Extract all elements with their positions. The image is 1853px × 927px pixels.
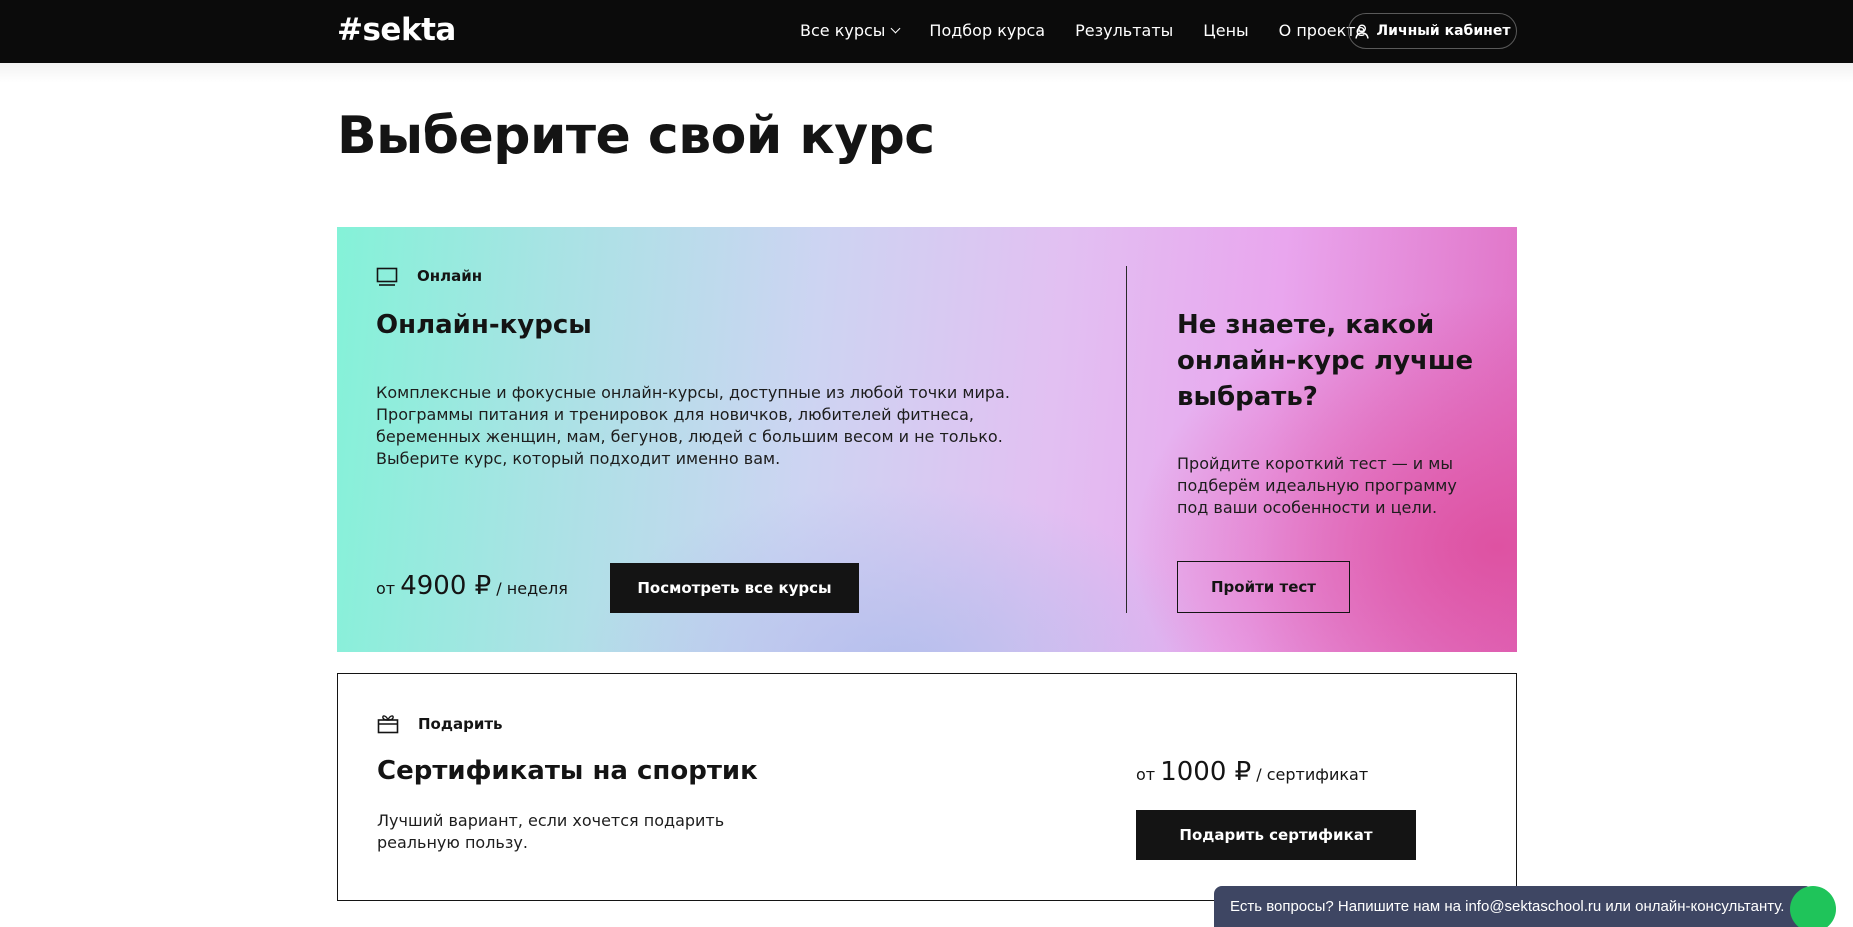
price-amount: 4900 ₽ — [400, 571, 492, 601]
price-prefix: от — [376, 579, 396, 598]
gift-certificates-card: Подарить Сертификаты на спортик Лучший в… — [337, 673, 1517, 901]
online-description: Комплексные и фокусные онлайн-курсы, дос… — [376, 383, 1010, 468]
quiz-description: Пройдите короткий тест — и мы подберём и… — [1177, 454, 1457, 517]
site-logo[interactable]: #sekta — [337, 12, 456, 48]
price-suffix: / сертификат — [1256, 765, 1369, 784]
gift-certificate-button[interactable]: Подарить сертификат — [1136, 810, 1416, 860]
nav-all-courses[interactable]: Все курсы — [800, 21, 901, 40]
online-price: от 4900 ₽ / неделя — [376, 571, 568, 601]
account-button-label: Личный кабинет — [1376, 23, 1511, 39]
take-test-button[interactable]: Пройти тест — [1177, 561, 1350, 613]
gift-tag: Подарить — [418, 715, 503, 733]
monitor-icon — [376, 267, 398, 286]
main-nav: Все курсы Подбор курса Результаты Цены О… — [800, 21, 1395, 40]
nav-results[interactable]: Результаты — [1075, 21, 1173, 40]
header-shadow — [0, 63, 1853, 83]
user-icon — [1354, 24, 1369, 39]
vertical-divider — [1126, 266, 1127, 613]
chat-bubble-icon[interactable] — [1790, 886, 1836, 927]
online-tag: Онлайн — [417, 267, 483, 285]
quiz-title: Не знаете, какой онлайн-курс лучше выбра… — [1177, 310, 1474, 412]
gift-price: от 1000 ₽ / сертификат — [1136, 757, 1368, 787]
gift-title: Сертификаты на спортик — [377, 756, 758, 786]
price-amount: 1000 ₽ — [1160, 757, 1252, 787]
price-suffix: / неделя — [496, 579, 568, 598]
nav-course-selection[interactable]: Подбор курса — [929, 21, 1045, 40]
page-title: Выберите свой курс — [337, 106, 935, 166]
top-navbar: #sekta Все курсы Подбор курса Результаты… — [0, 0, 1853, 63]
nav-prices[interactable]: Цены — [1203, 21, 1248, 40]
price-prefix: от — [1136, 765, 1156, 784]
online-courses-card: Онлайн Онлайн-курсы Комплексные и фокусн… — [337, 227, 1517, 652]
chevron-down-icon — [890, 23, 901, 33]
gift-description: Лучший вариант, если хочется подарить ре… — [377, 811, 725, 852]
view-all-courses-button[interactable]: Посмотреть все курсы — [610, 563, 859, 613]
account-button[interactable]: Личный кабинет — [1348, 13, 1517, 49]
chat-banner[interactable]: Есть вопросы? Напишите нам на info@sekta… — [1214, 886, 1813, 927]
online-title: Онлайн-курсы — [376, 310, 592, 340]
nav-all-courses-label: Все курсы — [800, 21, 886, 40]
gift-icon — [377, 715, 399, 734]
